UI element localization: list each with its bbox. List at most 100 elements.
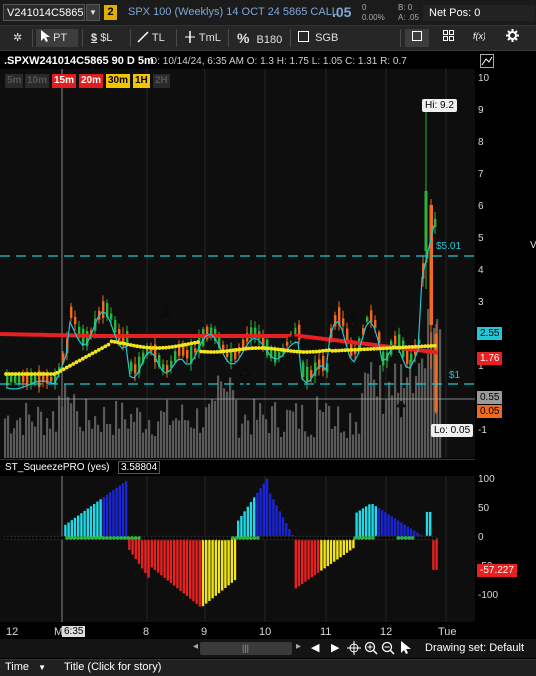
volume-bar <box>316 396 319 458</box>
squeeze-dot <box>104 536 109 540</box>
volume-bar <box>163 412 166 458</box>
squeeze-bar <box>307 538 310 580</box>
volume-bar <box>322 411 325 458</box>
average-dot <box>186 342 191 346</box>
symbol-input[interactable]: V241014C5865 <box>3 4 85 21</box>
timeframe-1h[interactable]: 1H <box>133 74 150 88</box>
timeframe-15m[interactable]: 15m <box>52 74 77 88</box>
squeeze-dot <box>407 536 412 540</box>
pin-icon[interactable]: ✲ <box>13 29 22 47</box>
volume-bar <box>85 398 88 458</box>
squeeze-bar <box>211 538 214 599</box>
squeeze-axis-label: 0 <box>478 532 484 543</box>
squeeze-histogram <box>45 478 438 607</box>
zoom-out-icon[interactable] <box>381 641 395 655</box>
squeeze-bar <box>201 538 205 607</box>
average-dot <box>128 343 133 347</box>
squeeze-dot <box>396 536 401 540</box>
volume-bar <box>82 431 85 458</box>
volume-bar <box>58 395 61 458</box>
studies-button[interactable]: f(x) <box>467 29 491 47</box>
timeframe-5m[interactable]: 5m <box>5 74 24 88</box>
average-dot <box>282 348 287 353</box>
link-group-badge[interactable]: 2 <box>104 5 117 20</box>
settings-button[interactable] <box>500 29 524 47</box>
cursor-icon[interactable] <box>400 641 412 655</box>
squeeze-bar <box>195 538 198 604</box>
volume-bar <box>64 383 67 458</box>
volume-bar <box>76 411 79 458</box>
volume-bar <box>361 393 364 458</box>
squeeze-bar <box>198 538 201 607</box>
candle-body <box>114 319 117 333</box>
squeeze-study-label[interactable]: ST_SqueezePRO (yes) <box>5 462 110 473</box>
volume-bar <box>418 363 421 458</box>
squeeze-bar <box>83 510 86 538</box>
pointer-tool[interactable]: PT <box>36 29 78 47</box>
symbol-dropdown-button[interactable]: ▼ <box>86 4 100 21</box>
zoom-in-icon[interactable] <box>364 641 378 655</box>
price-level-tool[interactable]: $ $L <box>91 29 112 47</box>
timeframe-30m[interactable]: 30m <box>106 74 131 88</box>
pan-icon[interactable] <box>347 641 361 655</box>
news-title-link[interactable]: Title (Click for story) <box>64 661 161 673</box>
volume-bar <box>160 410 163 458</box>
volume-bar <box>13 428 16 458</box>
scroll-left-icon[interactable]: ◂ <box>193 641 198 652</box>
average-dot <box>90 351 95 356</box>
volume-bar <box>415 375 418 458</box>
volume-bar <box>421 358 424 458</box>
volume-bar <box>265 419 268 458</box>
average-dot <box>64 365 69 370</box>
timeframe-2h[interactable]: 2H <box>153 74 170 88</box>
squeeze-bar <box>297 538 301 587</box>
volume-bar <box>403 388 406 458</box>
timeframe-20m[interactable]: 20m <box>79 74 104 88</box>
candle-body <box>102 301 105 319</box>
squeeze-dot <box>83 536 88 540</box>
squeeze-bar <box>93 503 96 538</box>
candle-body <box>398 334 401 347</box>
grid-layout-button[interactable] <box>436 29 460 47</box>
squeeze-bar <box>387 514 390 538</box>
squeeze-bar <box>89 506 93 538</box>
volume-bar <box>259 403 262 458</box>
average-dot <box>109 339 114 344</box>
average-dot <box>432 343 437 348</box>
sgb-tool[interactable]: SGB <box>298 29 338 47</box>
average-dot <box>170 345 175 349</box>
average-dot <box>269 346 274 351</box>
squeeze-dot <box>94 536 98 540</box>
chart-title[interactable]: .SPXW241014C5865 90 D 5m <box>4 55 154 67</box>
drawing-set-selector[interactable]: Drawing set: Default <box>425 642 524 654</box>
volume-bar <box>133 421 136 458</box>
right-arrow-icon[interactable]: ▶ <box>331 641 339 654</box>
squeeze-value-tag: -57.227 <box>477 564 517 577</box>
average-dot <box>192 340 197 345</box>
candle-body <box>302 362 305 377</box>
squeeze-bar <box>73 517 77 538</box>
time-menu[interactable]: Time ▼ <box>5 661 46 673</box>
single-layout-button[interactable] <box>405 29 429 47</box>
squeeze-bar <box>384 512 387 538</box>
squeeze-axis[interactable]: 100500-50-100 <box>475 474 536 622</box>
fibonacci-tool[interactable]: % B180 <box>237 29 282 47</box>
timeframe-10m[interactable]: 10m <box>25 74 50 88</box>
average-dot <box>96 348 101 352</box>
timeline-tool[interactable]: TmL <box>184 29 221 47</box>
candle-body <box>222 344 225 351</box>
squeeze-axis-label: 100 <box>478 474 495 486</box>
volume-bar <box>208 403 211 458</box>
volume-bar <box>28 414 31 458</box>
x-label: 10 <box>259 626 272 638</box>
squeeze-bar <box>301 538 304 584</box>
scroll-right-icon[interactable]: ▸ <box>296 641 301 652</box>
volume-bar <box>94 416 97 458</box>
drawing-tool-icon[interactable] <box>480 54 494 68</box>
left-arrow-icon[interactable]: ◀ <box>311 641 319 654</box>
trendline-tool[interactable]: TL <box>137 29 165 47</box>
volume-bar <box>127 428 130 458</box>
squeeze-dot <box>126 536 131 540</box>
volume-bar <box>130 413 133 458</box>
volume-bar <box>319 410 322 458</box>
